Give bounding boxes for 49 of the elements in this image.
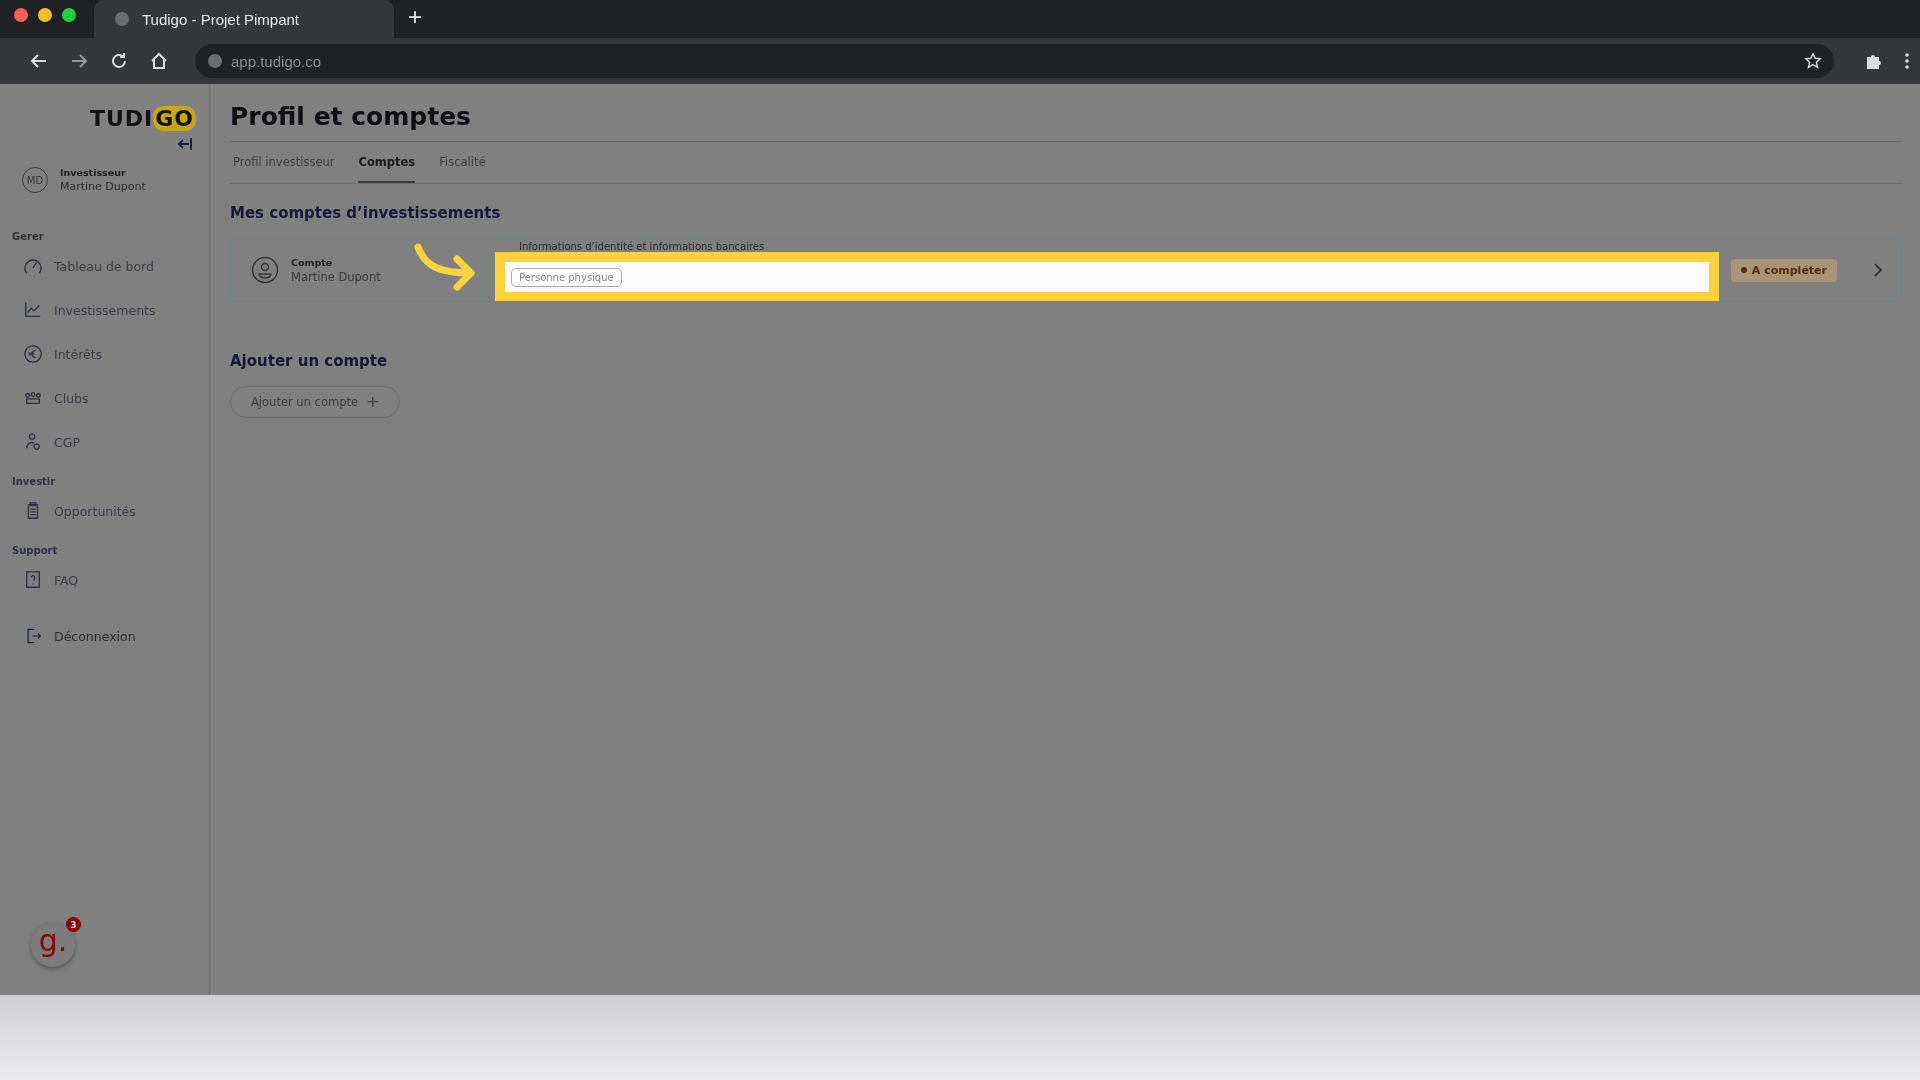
account-caption: Informations d’identité et informations bancaires — [519, 241, 766, 252]
browser-tab[interactable]: Tudigo - Projet Pimpant — [94, 0, 394, 38]
home-icon[interactable] — [149, 51, 169, 71]
nav-item[interactable]: Tableau de bord — [24, 256, 195, 276]
account-tag: Personne physique — [511, 267, 622, 287]
tudigo-logo: TUDI GO — [89, 106, 196, 131]
chevron-right-icon[interactable] — [1873, 263, 1883, 277]
account-card[interactable]: Compte Martine Dupont Informations d’identité et informations bancaires Personne physique A compléter — [230, 238, 1902, 302]
gauge-icon — [24, 257, 42, 275]
nav-item[interactable]: FAQ — [24, 570, 195, 590]
tab[interactable]: Profil investisseur — [233, 143, 335, 183]
nav-item[interactable]: Clubs — [24, 388, 195, 408]
status-badge: A compléter — [1730, 258, 1837, 282]
account-type: Compte — [291, 256, 334, 268]
maximize-window-icon[interactable] — [62, 8, 76, 22]
section-title: Investir — [12, 476, 57, 487]
user-name: Martine Dupont — [60, 180, 146, 193]
logout-item[interactable]: Déconnexion — [24, 626, 195, 646]
collapse-icon[interactable] — [177, 137, 193, 151]
euro-icon — [24, 345, 42, 363]
nav-item[interactable]: Opportunités — [24, 501, 195, 521]
more-icon[interactable] — [1904, 52, 1910, 70]
new-tab-button[interactable]: + — [394, 5, 436, 33]
nav-item[interactable]: Investissements — [24, 300, 195, 320]
account-holder: Martine Dupont — [291, 269, 382, 284]
address-bar[interactable]: app.tudigo.co — [195, 44, 1834, 78]
section-title: Support — [12, 545, 59, 556]
person-icon — [251, 256, 279, 284]
section-heading: Ajouter un compte — [230, 352, 389, 370]
page-title: Profil et comptes — [230, 102, 1902, 142]
globe-icon — [114, 11, 130, 27]
tab[interactable]: Fiscalité — [439, 143, 486, 183]
section-title: Gerer — [12, 231, 45, 242]
nav-item[interactable]: Intérêts — [24, 344, 195, 364]
chart-icon — [24, 301, 42, 319]
section-heading: Mes comptes d’investissements — [230, 204, 502, 222]
question-icon — [24, 571, 42, 589]
tab[interactable]: Comptes — [358, 143, 416, 183]
close-window-icon[interactable] — [14, 8, 28, 22]
globe-icon — [207, 53, 223, 69]
minimize-window-icon[interactable] — [38, 8, 52, 22]
group-icon — [24, 389, 42, 407]
star-icon[interactable] — [1804, 52, 1822, 70]
user-role: Investisseur — [60, 167, 127, 178]
notification-count: 3 — [66, 917, 81, 932]
nav-item[interactable]: CGP — [24, 432, 195, 452]
advisor-icon — [24, 433, 42, 451]
logout-icon — [24, 627, 42, 645]
reload-icon[interactable] — [109, 51, 129, 71]
